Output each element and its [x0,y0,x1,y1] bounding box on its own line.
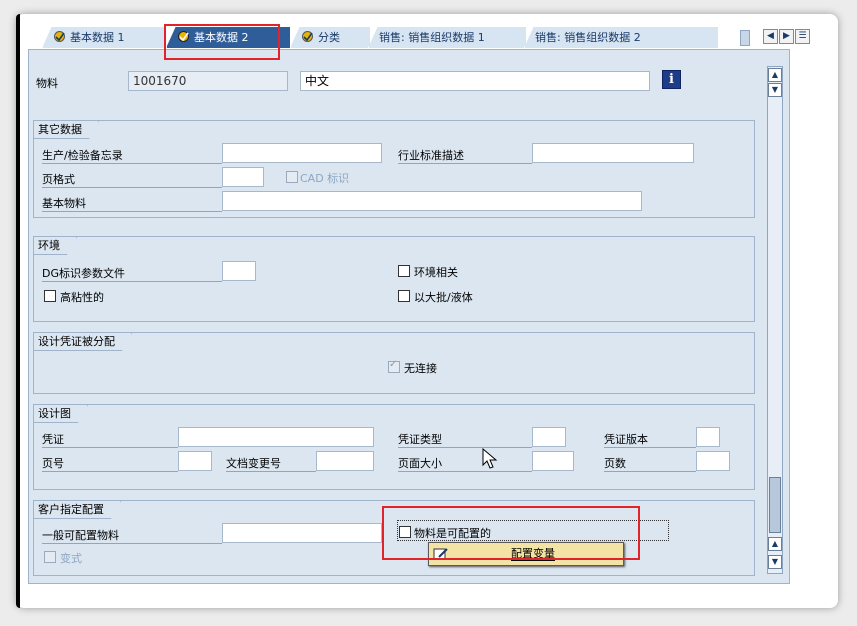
bulk-liquid-checkbox[interactable] [398,290,410,302]
doc-version-label: 凭证版本 [604,431,696,448]
group-title: 客户指定配置 [34,501,121,519]
high-viscous-checkbox[interactable] [44,290,56,302]
general-config-field[interactable] [222,523,382,543]
no-link-checkbox [388,359,400,373]
basic-material-field[interactable] [222,191,642,211]
doc-version-field[interactable] [696,427,720,447]
dg-field[interactable] [222,261,256,281]
tab-list-icon[interactable]: ☰ [795,29,810,44]
cad-label: CAD 标识 [300,172,350,185]
page-format-field[interactable] [222,167,264,187]
doc-label: 凭证 [42,431,178,448]
industry-desc-field[interactable] [532,143,694,163]
tab-label: 销售: 销售组织数据 2 [535,31,641,44]
tab-label: 基本数据 1 [70,31,125,44]
tab-overflow-indicator [740,30,750,46]
doc-type-field[interactable] [532,427,566,447]
prod-memo-label: 生产/检验备忘录 [42,147,222,164]
tab-label: 分类 [318,31,340,44]
tab-sales-org-1[interactable]: 销售: 销售组织数据 1 [368,26,526,48]
page-no-label: 页号 [42,455,178,472]
vertical-scrollbar[interactable]: ▲ ▼ ▲ ▼ [767,66,783,574]
tab-check-icon [302,31,313,42]
info-icon[interactable]: i [662,70,681,89]
tab-label: 销售: 销售组织数据 1 [379,31,485,44]
tab-prev-icon[interactable]: ◀ [763,29,778,44]
env-relevant-label: 环境相关 [414,266,458,279]
variant-label: 变式 [60,552,82,565]
industry-desc-label: 行业标准描述 [398,147,532,164]
doc-field[interactable] [178,427,374,447]
prod-memo-field[interactable] [222,143,382,163]
tab-classification[interactable]: 分类 [290,26,370,48]
dg-label: DG标识参数文件 [42,265,222,282]
group-title: 设计图 [34,405,88,423]
page-no-field[interactable] [178,451,212,471]
page-count-field[interactable] [696,451,730,471]
scroll-thumb[interactable] [769,477,781,533]
tab-check-icon [54,31,65,42]
scroll-down-icon[interactable]: ▼ [768,555,782,569]
material-description-field[interactable]: 中文 [300,71,650,91]
group-title: 环境 [34,237,77,255]
page-format-label: 页格式 [42,171,222,188]
cad-checkbox [286,171,298,183]
bulk-liquid-label: 以大批/液体 [414,291,473,304]
no-link-label: 无连接 [404,362,437,375]
tab-sales-org-2[interactable]: 销售: 销售组织数据 2 [524,26,718,48]
material-label: 物料 [36,77,58,90]
env-relevant-checkbox[interactable] [398,265,410,277]
scroll-up-icon[interactable]: ▲ [768,68,782,82]
highlight-box-tab [164,24,280,60]
scroll-up-icon[interactable]: ▲ [768,537,782,551]
page-size-field[interactable] [532,451,574,471]
tab-next-icon[interactable]: ▶ [779,29,794,44]
doc-change-label: 文档变更号 [226,455,316,472]
page-count-label: 页数 [604,455,696,472]
group-title: 其它数据 [34,121,99,139]
doc-change-field[interactable] [316,451,374,471]
highlight-box-config [382,506,640,560]
group-title: 设计凭证被分配 [34,333,132,351]
variant-checkbox [44,551,56,563]
tab-strip: 基本数据 1 基本数据 2 分类 销售: 销售组织数据 1 销售: 销售组织数据… [28,26,810,48]
tab-basic-data-1[interactable]: 基本数据 1 [42,26,166,48]
high-viscous-label: 高粘性的 [60,291,104,304]
material-number-field: 1001670 [128,71,288,91]
mouse-cursor-icon [482,448,498,469]
doc-type-label: 凭证类型 [398,431,532,448]
scroll-down-icon[interactable]: ▼ [768,83,782,97]
basic-material-label: 基本物料 [42,195,222,212]
general-config-label: 一般可配置物料 [42,527,222,544]
page-size-label: 页面大小 [398,455,532,472]
tab-nav-buttons: ◀ ▶ ☰ [763,29,810,45]
